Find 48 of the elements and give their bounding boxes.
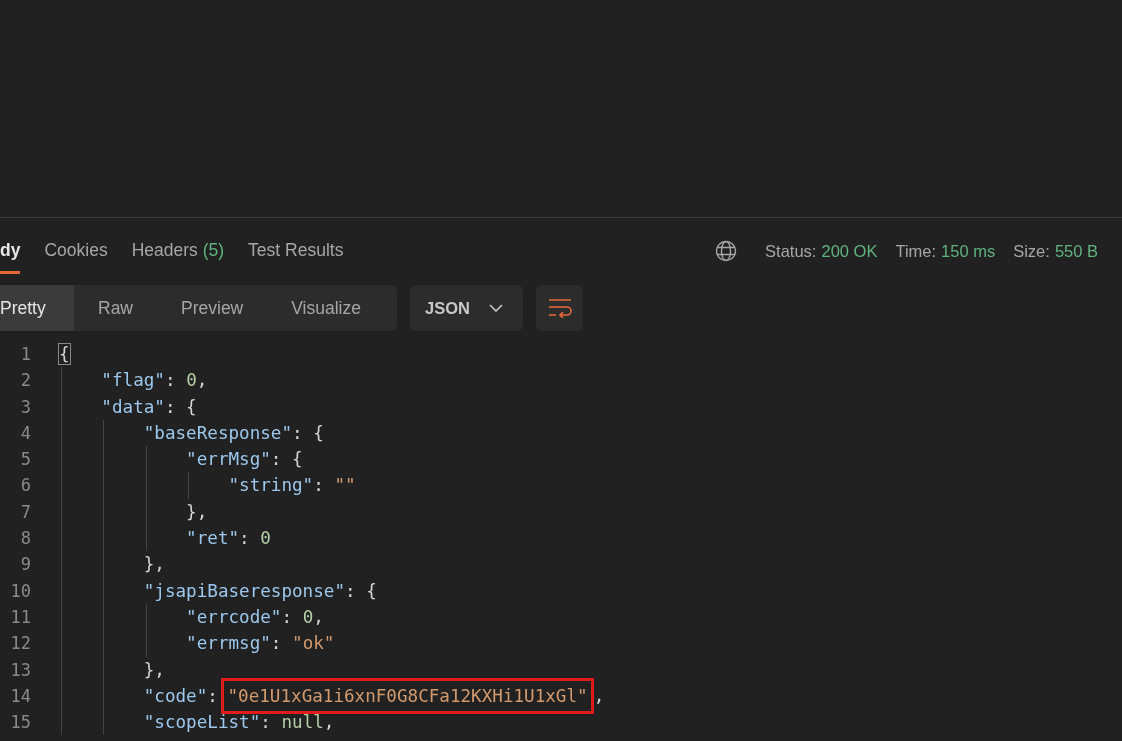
code-line: "errmsg": "ok" bbox=[59, 630, 335, 657]
highlight-box: "0e1U1xGa1i6xnF0G8CFa12KXHi1U1xGl" bbox=[221, 677, 594, 714]
code-line: "baseResponse": { bbox=[59, 419, 324, 447]
code-line: }, bbox=[59, 551, 165, 578]
globe-icon[interactable] bbox=[715, 240, 738, 262]
line-number: 8 bbox=[19, 527, 31, 551]
line-number: 6 bbox=[19, 474, 31, 498]
view-mode-tab[interactable]: Preview bbox=[157, 285, 268, 331]
wrap-lines-button[interactable] bbox=[536, 285, 583, 331]
code-line: "ret": 0 bbox=[59, 525, 271, 552]
response-tab[interactable]: dy bbox=[0, 240, 21, 274]
code-line: }, bbox=[59, 656, 165, 683]
view-mode-tab[interactable]: Raw bbox=[74, 285, 157, 331]
line-number: 9 bbox=[19, 553, 31, 577]
line-number: 15 bbox=[9, 711, 31, 735]
line-number: 13 bbox=[9, 658, 31, 682]
view-mode-tab[interactable]: Pretty bbox=[0, 285, 74, 331]
code-line: "data": { bbox=[59, 393, 197, 420]
response-tab[interactable]: Cookies bbox=[44, 240, 108, 274]
line-number: 12 bbox=[9, 632, 31, 656]
status-label: Status: bbox=[765, 241, 817, 261]
code-line: { bbox=[59, 343, 70, 366]
code-line: }, bbox=[59, 498, 208, 526]
view-mode-tab[interactable]: Visualize bbox=[267, 285, 385, 331]
status-value: 550 B bbox=[1054, 241, 1098, 261]
status-value: 200 OK bbox=[821, 241, 878, 261]
code-line: "string": "" bbox=[59, 472, 356, 499]
response-tab[interactable]: Test Results bbox=[248, 240, 344, 274]
code-line: "errcode": 0, bbox=[59, 603, 324, 631]
line-number: 3 bbox=[19, 395, 31, 419]
code-line: "flag": 0, bbox=[59, 367, 208, 394]
response-tab[interactable]: Headers (5) bbox=[131, 240, 225, 274]
code-line: "errMsg": { bbox=[59, 446, 303, 473]
line-number: 2 bbox=[19, 369, 31, 393]
status-label: Time: bbox=[895, 241, 937, 261]
line-number: 5 bbox=[19, 448, 31, 472]
status-value: 150 ms bbox=[941, 241, 996, 261]
line-number: 10 bbox=[9, 579, 31, 603]
status-label: Size: bbox=[1013, 241, 1050, 261]
format-dropdown[interactable]: JSON bbox=[410, 285, 523, 331]
line-number: 1 bbox=[19, 343, 31, 366]
line-number: 7 bbox=[19, 500, 31, 524]
chevron-down-icon bbox=[489, 304, 503, 312]
wrap-lines-icon bbox=[547, 298, 572, 318]
line-number: 11 bbox=[9, 605, 31, 629]
code-line: "jsapiBaseresponse": { bbox=[59, 577, 377, 604]
line-number: 4 bbox=[19, 421, 31, 445]
line-number: 14 bbox=[9, 684, 31, 708]
